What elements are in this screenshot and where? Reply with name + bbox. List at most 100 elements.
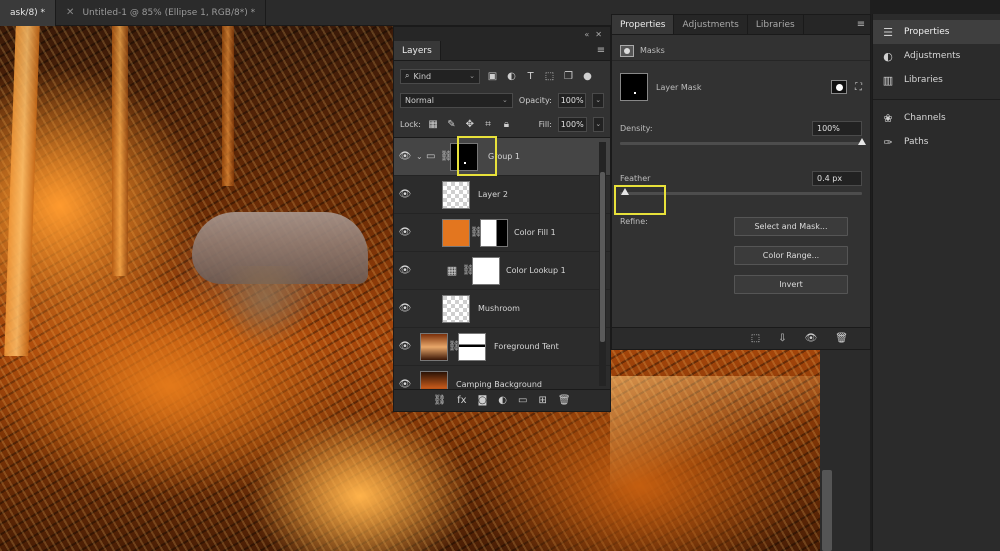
channels-icon: ❀ <box>883 111 893 125</box>
density-label: Density: <box>620 124 653 133</box>
layer-mask-thumbnail[interactable] <box>620 73 648 101</box>
layer-row-foreground-tent[interactable]: 👁︎ ⛓︎ Foreground Tent <box>394 328 610 366</box>
dock-item-paths[interactable]: ✑ Paths <box>873 130 1000 154</box>
pixel-mask-icon[interactable] <box>831 80 847 94</box>
collapse-icon[interactable]: « <box>584 30 589 39</box>
layer-thumbnail[interactable] <box>420 370 448 389</box>
filter-shape-icon[interactable]: ⬚ <box>543 70 556 83</box>
layer-thumbnail[interactable] <box>442 294 470 323</box>
tab-adjustments-label: Adjustments <box>682 19 739 30</box>
panel-menu-icon[interactable]: ≡ <box>852 15 870 34</box>
close-icon[interactable]: ✕ <box>595 30 602 39</box>
right-dock: ☰ Properties ◐ Adjustments ▥ Libraries ❀… <box>872 14 1000 551</box>
filter-smart-object-icon[interactable]: ❐ <box>562 70 575 83</box>
blend-mode-select[interactable]: Normal ⌄ <box>400 92 513 108</box>
tab-libraries-label: Libraries <box>755 19 795 30</box>
visibility-eye-icon[interactable]: 👁︎ <box>394 151 416 162</box>
chevron-down-icon[interactable]: ⌄ <box>592 92 604 108</box>
panel-menu-icon[interactable]: ≡ <box>592 41 610 60</box>
trash-icon[interactable]: 🗑︎ <box>835 333 848 344</box>
layer-row-color-lookup-1[interactable]: 👁︎ ▦ ⛓︎ Color Lookup 1 <box>394 252 610 290</box>
folder-icon[interactable]: ▭ <box>518 395 527 406</box>
dock-item-adjustments[interactable]: ◐ Adjustments <box>873 44 1000 68</box>
filter-pixel-icon[interactable]: ▣ <box>486 70 499 83</box>
chevron-down-icon[interactable]: ⌄ <box>592 116 604 132</box>
fill-field[interactable]: 100% <box>557 116 587 132</box>
layers-scrollbar[interactable] <box>599 142 606 386</box>
visibility-eye-icon[interactable]: 👁︎ <box>394 303 416 314</box>
lock-transparency-icon[interactable]: ▦ <box>427 118 439 131</box>
density-row: Density: 100% <box>620 121 862 136</box>
canvas-tree <box>4 26 40 356</box>
lock-paint-icon[interactable]: ✎ <box>445 118 457 131</box>
chevron-down-icon[interactable]: ⌄ <box>416 152 426 161</box>
layer-mask-thumbnail[interactable] <box>472 256 500 285</box>
layer-row-layer-2[interactable]: 👁︎ Layer 2 <box>394 176 610 214</box>
visibility-eye-icon[interactable]: 👁︎ <box>394 189 416 200</box>
chain-link-icon[interactable]: ⛓︎ <box>440 151 453 162</box>
tab-adjustments[interactable]: Adjustments <box>674 15 748 34</box>
lock-all-icon[interactable]: 🔒︎ <box>500 118 512 131</box>
canvas-scrollbar[interactable] <box>822 470 832 551</box>
layer-row-color-fill-1[interactable]: 👁︎ ⛓︎ Color Fill 1 <box>394 214 610 252</box>
trash-icon[interactable]: 🗑︎ <box>558 395 571 406</box>
apply-mask-icon[interactable]: ⇩ <box>778 333 786 344</box>
density-slider-knob[interactable] <box>858 138 866 145</box>
layer-mask-row: Layer Mask ⛶ <box>620 71 862 103</box>
fx-icon[interactable]: fx <box>457 395 466 406</box>
filter-adjustment-icon[interactable]: ◐ <box>505 70 518 83</box>
chain-link-icon[interactable]: ⛓︎ <box>470 227 483 238</box>
layer-row-camping-background[interactable]: 👁︎ Camping Background <box>394 366 610 389</box>
document-tab[interactable]: ask/8) * <box>0 0 57 26</box>
opacity-field[interactable]: 100% <box>557 92 587 108</box>
layer-row-mushroom[interactable]: 👁︎ Mushroom <box>394 290 610 328</box>
vector-mask-icon[interactable]: ⛶ <box>855 82 862 93</box>
libraries-icon: ▥ <box>882 73 894 87</box>
layer-list: 👁︎ ⌄ ▭ ⛓︎ Group 1 👁︎ Layer 2 👁︎ ⛓︎ Color… <box>394 137 610 389</box>
feather-field[interactable]: 0.4 px <box>812 171 862 186</box>
layers-scrollbar-thumb[interactable] <box>600 172 605 342</box>
lock-artboard-icon[interactable]: ⌗ <box>482 118 494 131</box>
visibility-eye-icon[interactable]: 👁︎ <box>805 333 818 344</box>
layer-thumbnail[interactable] <box>420 332 448 361</box>
layer-mask-thumbnail[interactable] <box>458 332 486 361</box>
layer-name: Camping Background <box>456 380 542 389</box>
dock-item-libraries[interactable]: ▥ Libraries <box>873 68 1000 92</box>
layer-row-group-1[interactable]: 👁︎ ⌄ ▭ ⛓︎ Group 1 <box>394 138 610 176</box>
tab-layers-label: Layers <box>402 45 432 56</box>
visibility-eye-icon[interactable]: 👁︎ <box>394 265 416 276</box>
layer-mask-thumbnail[interactable] <box>480 218 508 247</box>
chain-link-icon[interactable]: ⛓︎ <box>462 265 475 276</box>
close-icon[interactable]: ✕ <box>66 7 74 18</box>
tab-libraries[interactable]: Libraries <box>748 15 804 34</box>
load-selection-icon[interactable]: ⬚ <box>751 333 760 344</box>
refine-buttons: Select and Mask... Color Range... Invert <box>734 217 848 294</box>
visibility-eye-icon[interactable]: 👁︎ <box>394 341 416 352</box>
dock-item-label: Channels <box>904 113 946 123</box>
mask-icon[interactable]: ◙ <box>478 395 488 406</box>
filter-type-icon[interactable]: T <box>524 70 537 83</box>
adjustment-icon[interactable]: ◐ <box>498 395 507 406</box>
tab-layers[interactable]: Layers <box>394 41 441 60</box>
select-and-mask-button[interactable]: Select and Mask... <box>734 217 848 236</box>
dock-item-channels[interactable]: ❀ Channels <box>873 106 1000 130</box>
filter-kind-select[interactable]: ⌕ Kind ⌄ <box>400 68 480 84</box>
density-field[interactable]: 100% <box>812 121 862 136</box>
layer-name: Color Fill 1 <box>514 228 556 237</box>
layer-name: Layer 2 <box>478 190 508 199</box>
layer-thumbnail[interactable] <box>442 180 470 209</box>
new-layer-icon[interactable]: ⊞ <box>538 395 546 406</box>
invert-button[interactable]: Invert <box>734 275 848 294</box>
tab-properties[interactable]: Properties <box>612 15 675 34</box>
color-fill-thumbnail[interactable] <box>442 218 470 247</box>
color-range-button[interactable]: Color Range... <box>734 246 848 265</box>
dock-item-properties[interactable]: ☰ Properties <box>873 20 1000 44</box>
visibility-eye-icon[interactable]: 👁︎ <box>394 379 416 389</box>
link-icon[interactable]: ⛓︎ <box>433 395 446 406</box>
visibility-eye-icon[interactable]: 👁︎ <box>394 227 416 238</box>
filter-toggle-icon[interactable]: ● <box>581 70 594 83</box>
chain-link-icon[interactable]: ⛓︎ <box>448 341 461 352</box>
density-slider[interactable] <box>620 138 866 145</box>
document-tab[interactable]: ✕ Untitled-1 @ 85% (Ellipse 1, RGB/8*) * <box>56 0 267 26</box>
lock-move-icon[interactable]: ✥ <box>464 118 476 131</box>
